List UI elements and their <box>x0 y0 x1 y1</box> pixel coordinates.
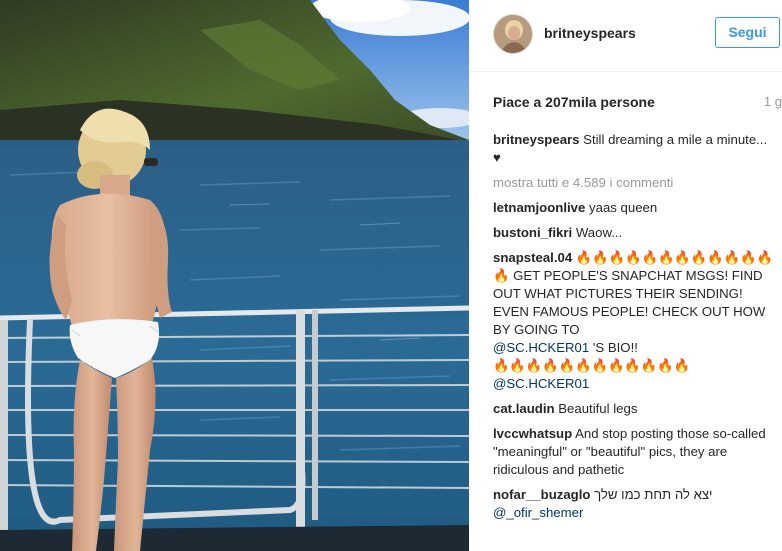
comment-text-continued: 'S BIO!! <box>592 340 638 355</box>
comment-item: snapsteal.04 🔥🔥🔥🔥🔥🔥🔥🔥🔥🔥🔥🔥 🔥 GET PEOPLE'S… <box>493 249 778 393</box>
post-photo[interactable] <box>0 0 469 551</box>
post-header: britneyspears Segui <box>469 0 782 72</box>
avatar-image <box>494 15 532 53</box>
comment-item: letnamjoonlive yaas queen <box>493 199 778 217</box>
comment-username[interactable]: nofar__buzaglo <box>493 487 590 502</box>
fire-emoji-icon: 🔥 <box>493 268 510 283</box>
caption-username[interactable]: britneyspears <box>493 132 580 147</box>
fire-emoji-icon: 🔥🔥🔥🔥🔥🔥🔥🔥🔥🔥🔥🔥 <box>575 250 773 265</box>
photo-scene <box>0 0 469 551</box>
post-details-panel: britneyspears Segui Piace a 207mila pers… <box>469 0 782 551</box>
comment-text: yaas queen <box>589 200 658 215</box>
comment-text: Waow... <box>575 225 623 240</box>
caption: britneyspears Still dreaming a mile a mi… <box>493 131 778 167</box>
comment-text: GET PEOPLE'S SNAPCHAT MSGS! FIND OUT WHA… <box>493 268 766 337</box>
post-timestamp[interactable]: 1 g <box>764 94 782 109</box>
comment-username[interactable]: snapsteal.04 <box>493 250 572 265</box>
mention-link[interactable]: @SC.HCKER01 <box>493 340 589 355</box>
comments-list: britneyspears Still dreaming a mile a mi… <box>493 131 778 529</box>
comment-username[interactable]: lvccwhatsup <box>493 426 572 441</box>
post-meta: Piace a 207mila persone 1 g <box>493 94 782 110</box>
header-username[interactable]: britneyspears <box>544 25 636 41</box>
fire-emoji-icon: 🔥🔥🔥🔥🔥🔥🔥🔥🔥🔥🔥🔥 <box>493 358 691 373</box>
view-all-comments-link[interactable]: mostra tutti e 4.589 i commenti <box>493 174 778 192</box>
comment-username[interactable]: cat.laudin <box>493 401 555 416</box>
mention-link[interactable]: @SC.HCKER01 <box>493 376 589 391</box>
likes-count[interactable]: Piace a 207mila persone <box>493 94 782 110</box>
comment-text: יצא לה תחת כמו שלך <box>594 487 713 502</box>
profile-avatar[interactable] <box>493 14 533 54</box>
mention-link[interactable]: @_ofir_shemer <box>493 505 583 520</box>
follow-button[interactable]: Segui <box>715 17 780 48</box>
comment-item: cat.laudin Beautiful legs <box>493 400 778 418</box>
comment-username[interactable]: bustoni_fikri <box>493 225 572 240</box>
comment-item: bustoni_fikri Waow... <box>493 224 778 242</box>
caption-text: Still dreaming a mile a minute... <box>583 132 768 147</box>
comment-item: lvccwhatsup And stop posting those so-ca… <box>493 425 778 479</box>
comment-username[interactable]: letnamjoonlive <box>493 200 585 215</box>
comment-item: nofar__buzaglo יצא לה תחת כמו שלך @_ofir… <box>493 486 778 522</box>
heart-emoji-icon: ♥ <box>493 150 501 165</box>
comment-text: Beautiful legs <box>558 401 638 416</box>
